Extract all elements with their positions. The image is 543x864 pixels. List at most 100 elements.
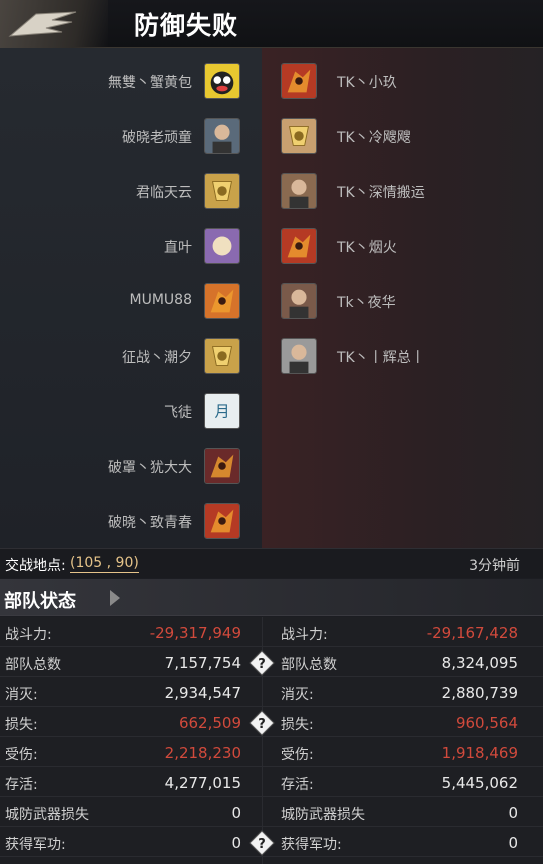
defender-player[interactable]: 君临天云 xyxy=(0,173,240,211)
stat-label-left: 部队总数 xyxy=(5,657,61,673)
winged-crest-avatar-icon xyxy=(281,118,317,154)
defender-player[interactable]: 無雙丶蟹黄包 xyxy=(0,63,240,101)
fire-dragon-avatar-icon xyxy=(204,283,240,319)
stat-value-right: 2,880,739 xyxy=(441,684,518,702)
stat-value-right: -29,167,428 xyxy=(426,624,518,642)
defender-player[interactable]: 飞徒 月 xyxy=(0,393,240,431)
red-dragon-avatar-icon xyxy=(281,63,317,99)
stat-label-right: 获得军功: xyxy=(281,837,342,853)
defender-player[interactable]: 破晓老顽童 xyxy=(0,118,240,156)
player-name: TK丶冷飕飕 xyxy=(337,130,411,146)
stat-value-left: 7,157,754 xyxy=(164,654,241,672)
defender-player[interactable]: 直叶 xyxy=(0,228,240,266)
stat-label-left: 城防武器损失 xyxy=(5,807,89,823)
stat-label-left: 受伤: xyxy=(5,747,38,763)
player-name: 君临天云 xyxy=(136,185,192,201)
stat-label-right: 受伤: xyxy=(281,747,314,763)
stat-label-right: 部队总数 xyxy=(281,657,337,673)
help-icon[interactable]: ? xyxy=(249,650,275,676)
stat-value-right: 1,918,469 xyxy=(441,744,518,762)
red-dragon-avatar-icon xyxy=(281,228,317,264)
svg-text:?: ? xyxy=(258,717,266,732)
stat-label-right: 城防武器损失 xyxy=(281,807,365,823)
svg-text:月: 月 xyxy=(214,403,229,421)
player-name: TK丶烟火 xyxy=(337,240,397,256)
warrior-portrait-avatar-icon xyxy=(281,173,317,209)
player-name: 破晓丶致青春 xyxy=(108,515,192,531)
defender-player[interactable]: 征战丶潮夕 xyxy=(0,338,240,376)
player-name: 破晓老顽童 xyxy=(122,130,192,146)
stat-label-right: 消灭: xyxy=(281,687,314,703)
stat-value-right: 5,445,062 xyxy=(441,774,518,792)
defender-player[interactable]: 破罩丶犹大大 xyxy=(0,448,240,486)
red-dragon-avatar-icon xyxy=(204,503,240,539)
stat-value-right: 960,564 xyxy=(455,714,518,732)
stat-row: 获得军功: 0 获得军功: 0 ? xyxy=(0,827,543,857)
stat-label-right: 存活: xyxy=(281,777,314,793)
woman-portrait-avatar-icon xyxy=(281,283,317,319)
player-name: 征战丶潮夕 xyxy=(122,350,192,366)
stat-value-left: 0 xyxy=(231,834,241,852)
dark-dragon-avatar-icon xyxy=(204,448,240,484)
defender-player[interactable]: 破晓丶致青春 xyxy=(0,503,240,541)
stat-row: 战斗力: -29,317,949 战斗力: -29,167,428 xyxy=(0,617,543,647)
stat-row: 城防武器损失 0 城防武器损失 0 xyxy=(0,797,543,827)
location-coordinate-link[interactable]: (105 , 90) xyxy=(70,555,139,573)
player-name: 無雙丶蟹黄包 xyxy=(108,75,192,91)
section-title: 部队状态 xyxy=(4,591,76,612)
help-icon[interactable]: ? xyxy=(249,710,275,736)
stat-label-left: 消灭: xyxy=(5,687,38,703)
stat-value-left: 662,509 xyxy=(178,714,241,732)
stat-label-left: 存活: xyxy=(5,777,38,793)
stat-row: 存活: 4,277,015 存活: 5,445,062 xyxy=(0,767,543,797)
text-logo-avatar-icon: 月 xyxy=(204,393,240,429)
player-name: 飞徒 xyxy=(164,405,192,421)
troop-status-header[interactable]: 部队状态 xyxy=(0,579,543,616)
stat-value-left: 4,277,015 xyxy=(164,774,241,792)
battle-location-row: 交战地点: (105 , 90) 3分钟前 xyxy=(0,548,543,578)
attacker-player[interactable]: TK丶深情搬运 xyxy=(281,173,521,211)
player-name: 直叶 xyxy=(164,240,192,256)
player-name: TK丶丨辉总丨 xyxy=(337,350,425,366)
attacker-player[interactable]: TK丶丨辉总丨 xyxy=(281,338,521,376)
stat-label-right: 损失: xyxy=(281,717,314,733)
player-name: TK丶小玖 xyxy=(337,75,397,91)
attacker-player[interactable]: TK丶冷飕飕 xyxy=(281,118,521,156)
svg-text:?: ? xyxy=(258,837,266,852)
stat-value-left: 0 xyxy=(231,804,241,822)
stat-label-left: 战斗力: xyxy=(5,627,52,643)
battle-time: 3分钟前 xyxy=(469,558,520,574)
man-standing-avatar-icon xyxy=(281,338,317,374)
attacker-player[interactable]: TK丶小玖 xyxy=(281,63,521,101)
gold-crest-avatar-icon xyxy=(204,173,240,209)
help-icon[interactable]: ? xyxy=(249,830,275,856)
stats-table: 战斗力: -29,317,949 战斗力: -29,167,428 部队总数 7,157,… xyxy=(0,617,543,864)
player-name: 破罩丶犹大大 xyxy=(108,460,192,476)
stat-row: 受伤: 2,218,230 受伤: 1,918,469 xyxy=(0,737,543,767)
stat-row: 消灭: 2,934,547 消灭: 2,880,739 xyxy=(0,677,543,707)
defender-player[interactable]: MUMU88 xyxy=(0,283,240,321)
stat-value-right: 0 xyxy=(508,804,518,822)
stat-value-right: 0 xyxy=(508,834,518,852)
cartoon-cat-avatar-icon xyxy=(204,63,240,99)
attacker-player[interactable]: TK丶烟火 xyxy=(281,228,521,266)
gold-crest-avatar-icon xyxy=(204,338,240,374)
stat-row: 损失: 662,509 损失: 960,564 ? xyxy=(0,707,543,737)
attacker-player[interactable]: Tk丶夜华 xyxy=(281,283,521,321)
player-name: MUMU88 xyxy=(129,292,192,308)
result-header: 防御失败 xyxy=(0,0,543,48)
stat-row: 部队总数 7,157,754 部队总数 8,324,095 ? xyxy=(0,647,543,677)
svg-text:?: ? xyxy=(258,657,266,672)
man-portrait-avatar-icon xyxy=(204,118,240,154)
stat-value-right: 8,324,095 xyxy=(441,654,518,672)
result-title: 防御失败 xyxy=(134,11,239,40)
stat-value-left: -29,317,949 xyxy=(149,624,241,642)
battle-participants: 無雙丶蟹黄包破晓老顽童君临天云直叶 MUMU88 征战丶潮夕飞徒 月破罩丶犹大大 破晓丶… xyxy=(0,48,543,548)
eagle-emblem-icon xyxy=(0,0,108,48)
stat-label-right: 战斗力: xyxy=(281,627,328,643)
stat-label-left: 获得军功: xyxy=(5,837,66,853)
stat-label-left: 损失: xyxy=(5,717,38,733)
location-label: 交战地点: xyxy=(5,558,66,574)
cartoon-character-avatar-icon xyxy=(204,228,240,264)
player-name: TK丶深情搬运 xyxy=(337,185,425,201)
